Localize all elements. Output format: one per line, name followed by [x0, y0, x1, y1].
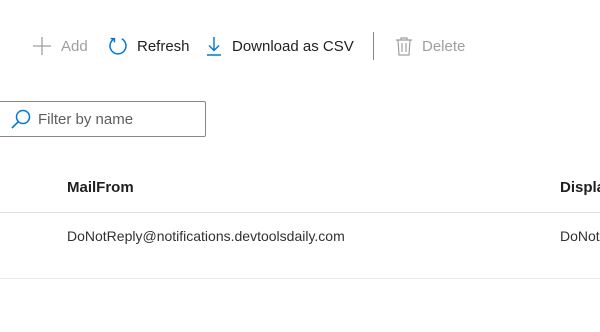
command-bar: Add Refresh Download as CSV Delete [0, 28, 600, 64]
cell-mailfrom: DoNotReply@notifications.devtoolsdaily.c… [67, 228, 345, 244]
delete-button[interactable]: Delete [395, 28, 465, 64]
column-header-display[interactable]: Displa [560, 164, 600, 212]
refresh-icon [108, 36, 128, 56]
filter-box [0, 101, 206, 137]
refresh-button[interactable]: Refresh [108, 28, 190, 64]
toolbar-divider [373, 32, 374, 60]
column-header-mailfrom[interactable]: MailFrom [67, 164, 134, 212]
search-icon [10, 108, 32, 130]
add-label: Add [61, 37, 88, 55]
delete-label: Delete [422, 37, 466, 55]
refresh-label: Refresh [137, 37, 190, 55]
table-header: MailFrom Displa [0, 164, 600, 213]
download-icon [205, 36, 223, 56]
download-csv-button[interactable]: Download as CSV [205, 28, 354, 64]
download-label: Download as CSV [232, 37, 354, 55]
table-row[interactable]: DoNotReply@notifications.devtoolsdaily.c… [0, 214, 600, 279]
add-icon [32, 36, 52, 56]
cell-display: DoNot [560, 228, 600, 244]
delete-icon [395, 36, 413, 56]
filter-by-name-input[interactable] [38, 110, 198, 128]
add-button[interactable]: Add [32, 28, 88, 64]
